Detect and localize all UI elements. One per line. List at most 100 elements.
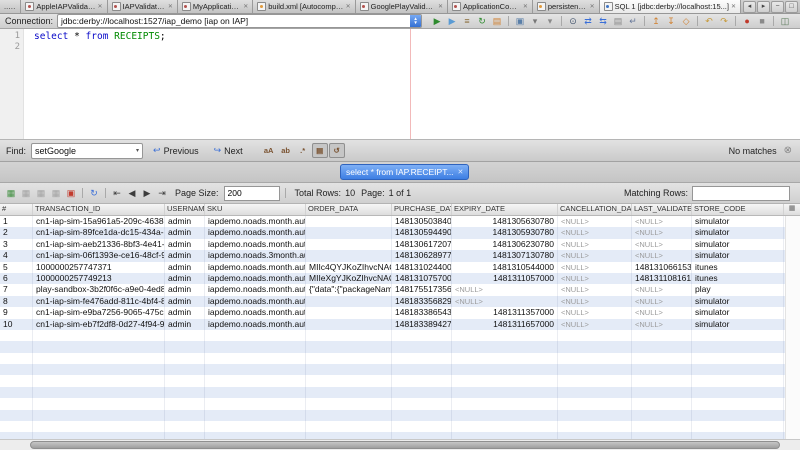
tab-scroll-left-icon[interactable]: ◂ bbox=[743, 1, 756, 13]
column-header-row-number[interactable]: # bbox=[0, 204, 33, 215]
cell-row-number[interactable]: 8 bbox=[0, 296, 33, 307]
column-header-sku[interactable]: SKU bbox=[205, 204, 306, 215]
editor-tab-appleiapvalidator-java[interactable]: AppleIAPValidator.java bbox=[21, 0, 107, 13]
close-tab-icon[interactable] bbox=[346, 4, 351, 10]
table-row[interactable]: 7play-sandbox-3b2f0f6c-a9e0-4ed8-b...adm… bbox=[0, 284, 800, 295]
forward-icon[interactable]: ↷ bbox=[717, 15, 731, 28]
close-tab-icon[interactable] bbox=[243, 4, 248, 10]
cell-sku[interactable]: iapdemo.noads.month.auto bbox=[205, 307, 306, 318]
cell-store-code[interactable]: simulator bbox=[692, 319, 784, 330]
cell-last-validated[interactable]: <NULL> bbox=[632, 216, 692, 227]
cell-username[interactable]: admin bbox=[165, 262, 205, 273]
cell-order-data[interactable] bbox=[306, 250, 392, 261]
cell-cancellation-date[interactable]: <NULL> bbox=[558, 216, 632, 227]
cell-last-validated[interactable]: 1481311081617 bbox=[632, 273, 692, 284]
cell-row-number[interactable]: 4 bbox=[0, 250, 33, 261]
insert-record-icon[interactable]: ▦ bbox=[4, 187, 18, 200]
cell-cancellation-date[interactable]: <NULL> bbox=[558, 319, 632, 330]
tab-minimize-icon[interactable]: − bbox=[771, 1, 784, 13]
cell-cancellation-date[interactable]: <NULL> bbox=[558, 296, 632, 307]
cell-sku[interactable]: iapdemo.noads.month.auto bbox=[205, 284, 306, 295]
cell-row-number[interactable]: 9 bbox=[0, 307, 33, 318]
tab-scroll-right-icon[interactable]: ▸ bbox=[757, 1, 770, 13]
cell-row-number[interactable]: 7 bbox=[0, 284, 33, 295]
find-selection-icon[interactable]: ⇆ bbox=[596, 15, 610, 28]
cell-store-code[interactable]: simulator bbox=[692, 296, 784, 307]
cell-sku[interactable]: iapdemo.noads.month.auto bbox=[205, 227, 306, 238]
cell-order-data[interactable] bbox=[306, 296, 392, 307]
column-header-last-validated[interactable]: LAST_VALIDATED bbox=[632, 204, 692, 215]
cell-order-data[interactable]: MIIeXgYJKoZIhvcNAQc... bbox=[306, 273, 392, 284]
format-dropdown-icon[interactable]: ▾ bbox=[543, 15, 557, 28]
cell-purchase-date[interactable]: 1481755173567 bbox=[392, 284, 452, 295]
find-icon[interactable]: ⊙ bbox=[566, 15, 580, 28]
cell-purchase-date[interactable]: 1481310244000 bbox=[392, 262, 452, 273]
table-row[interactable]: 51000000257747371adminiapdemo.noads.mont… bbox=[0, 262, 800, 273]
cell-sku[interactable]: iapdemo.noads.month.auto bbox=[205, 319, 306, 330]
comment-icon[interactable]: ◫ bbox=[778, 15, 792, 28]
cell-transaction-id[interactable]: cn1-iap-sim-15a961a5-209c-4638-9... bbox=[33, 216, 165, 227]
cell-cancellation-date[interactable]: <NULL> bbox=[558, 273, 632, 284]
regex-icon[interactable]: .* bbox=[295, 143, 311, 158]
table-row[interactable]: 1cn1-iap-sim-15a961a5-209c-4638-9...admi… bbox=[0, 216, 800, 227]
next-bookmark-icon[interactable]: ↥ bbox=[649, 15, 663, 28]
tab-maximize-icon[interactable]: □ bbox=[785, 1, 798, 13]
cell-expiry-date[interactable]: 1481305630780 bbox=[452, 216, 558, 227]
find-input[interactable] bbox=[32, 146, 133, 156]
results-tab[interactable]: select * from IAP.RECEIPT... bbox=[340, 164, 469, 180]
previous-bookmark-icon[interactable]: ↧ bbox=[664, 15, 678, 28]
column-picker-icon[interactable]: ▦ bbox=[784, 204, 800, 215]
cell-purchase-date[interactable]: 1481833894272 bbox=[392, 319, 452, 330]
cell-order-data[interactable]: MIIc4QYJKoZIhvcNAQc... bbox=[306, 262, 392, 273]
find-history-dropdown-icon[interactable] bbox=[133, 147, 142, 154]
cell-store-code[interactable]: simulator bbox=[692, 227, 784, 238]
cell-sku[interactable]: iapdemo.noads.month.auto bbox=[205, 273, 306, 284]
last-page-icon[interactable]: ⇥ bbox=[155, 187, 169, 200]
previous-page-icon[interactable]: ◀ bbox=[125, 187, 139, 200]
cell-row-number[interactable]: 2 bbox=[0, 227, 33, 238]
cell-expiry-date[interactable]: 1481307130780 bbox=[452, 250, 558, 261]
cell-username[interactable]: admin bbox=[165, 273, 205, 284]
cell-sku[interactable]: iapdemo.noads.month.auto bbox=[205, 239, 306, 250]
horizontal-scrollbar-thumb[interactable] bbox=[30, 441, 780, 449]
back-icon[interactable]: ↶ bbox=[702, 15, 716, 28]
cell-sku[interactable]: iapdemo.noads.3month.auto bbox=[205, 250, 306, 261]
cell-cancellation-date[interactable]: <NULL> bbox=[558, 307, 632, 318]
first-page-icon[interactable]: ⇤ bbox=[110, 187, 124, 200]
cell-last-validated[interactable]: 1481310661539 bbox=[632, 262, 692, 273]
editor-tab-myapplication-java[interactable]: MyApplication.java bbox=[178, 0, 253, 13]
cell-purchase-date[interactable]: 1481833865437 bbox=[392, 307, 452, 318]
run-sql-icon[interactable]: ▶ bbox=[430, 15, 444, 28]
cell-store-code[interactable]: simulator bbox=[692, 239, 784, 250]
cell-transaction-id[interactable]: 1000000257747371 bbox=[33, 262, 165, 273]
cell-row-number[interactable]: 5 bbox=[0, 262, 33, 273]
cell-expiry-date[interactable]: 1481305930780 bbox=[452, 227, 558, 238]
close-tab-icon[interactable] bbox=[98, 4, 103, 10]
refresh-records-icon[interactable]: ↻ bbox=[87, 187, 101, 200]
editor-tab-sql-1-jdbc-derby-localhost-15[interactable]: SQL 1 [jdbc:derby://localhost:15...] bbox=[600, 0, 741, 13]
find-previous-button[interactable]: ↩ Previous bbox=[148, 145, 204, 156]
cell-sku[interactable]: iapdemo.noads.month.auto bbox=[205, 262, 306, 273]
cell-sku[interactable]: iapdemo.noads.month.auto bbox=[205, 216, 306, 227]
cell-cancellation-date[interactable]: <NULL> bbox=[558, 239, 632, 250]
commit-records-icon[interactable]: ▦ bbox=[34, 187, 48, 200]
cell-sku[interactable]: iapdemo.noads.month.auto bbox=[205, 296, 306, 307]
cell-order-data[interactable] bbox=[306, 319, 392, 330]
close-tab-icon[interactable] bbox=[590, 4, 595, 10]
column-header-purchase-date[interactable]: PURCHASE_DATE bbox=[392, 204, 452, 215]
page-size-input[interactable] bbox=[224, 186, 280, 201]
editor-tab-iapvalidator-java[interactable]: IAPValidator.java bbox=[108, 0, 178, 13]
insert-template-icon[interactable]: ▾ bbox=[528, 15, 542, 28]
cell-expiry-date[interactable]: 1481311057000 bbox=[452, 273, 558, 284]
horizontal-scrollbar-track[interactable] bbox=[0, 439, 800, 450]
cell-username[interactable]: admin bbox=[165, 319, 205, 330]
table-row[interactable]: 2cn1-iap-sim-89fce1da-dc15-434a-81...adm… bbox=[0, 227, 800, 238]
cell-cancellation-date[interactable]: <NULL> bbox=[558, 284, 632, 295]
close-tab-icon[interactable] bbox=[438, 4, 443, 10]
column-header-cancellation-date[interactable]: CANCELLATION_DATE bbox=[558, 204, 632, 215]
close-find-bar-icon[interactable] bbox=[784, 145, 792, 156]
cell-expiry-date[interactable]: <NULL> bbox=[452, 296, 558, 307]
cell-transaction-id[interactable]: 1000000257749213 bbox=[33, 273, 165, 284]
find-next-button[interactable]: ↪ Next bbox=[209, 145, 248, 156]
cell-order-data[interactable]: {"data":{"packageNam... bbox=[306, 284, 392, 295]
